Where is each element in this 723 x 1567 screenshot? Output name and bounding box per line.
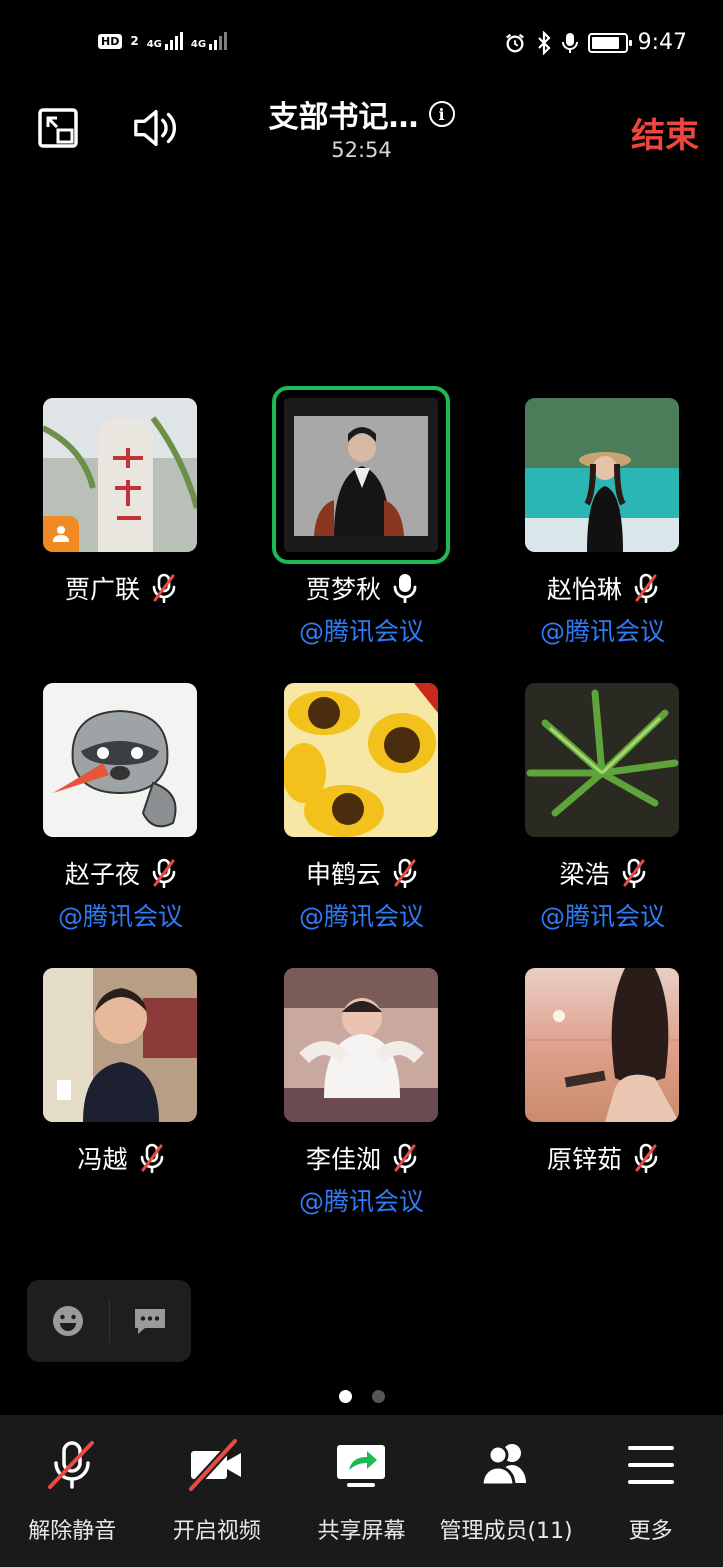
share-screen-icon	[337, 1445, 386, 1487]
info-icon[interactable]: i	[428, 101, 455, 127]
avatar[interactable]	[43, 398, 197, 552]
avatar[interactable]	[284, 683, 438, 837]
share-screen-button[interactable]: 共享屏幕	[289, 1415, 434, 1567]
participant-name-row: 梁浩	[482, 855, 723, 891]
share-screen-label: 共享屏幕	[317, 1519, 406, 1544]
avatar[interactable]	[525, 968, 679, 1122]
participant-tile[interactable]: 贾广联	[0, 398, 241, 658]
mic-muted-icon	[393, 858, 417, 888]
mic-muted-icon	[140, 1143, 163, 1173]
participant-name: 梁浩	[559, 860, 610, 889]
meeting-info[interactable]: 支部书记… i 52:54	[0, 92, 723, 162]
participant-tile[interactable]: 冯越	[0, 968, 241, 1228]
status-bar: HD 2 4G 4G 9:47	[0, 0, 723, 88]
avatar[interactable]	[525, 683, 679, 837]
bluetooth-icon	[537, 30, 551, 55]
avatar[interactable]	[525, 398, 679, 552]
video-off-icon	[187, 1438, 241, 1492]
end-meeting-button[interactable]: 结束	[631, 108, 699, 157]
participant-tile[interactable]: 申鹤云 @腾讯会议	[241, 683, 482, 943]
participant-name-row: 赵子夜	[0, 855, 241, 891]
mic-muted-icon	[393, 1143, 417, 1173]
participant-name: 原锌茹	[546, 1145, 622, 1174]
network-type-1: 4G	[146, 39, 162, 50]
avatar[interactable]	[43, 968, 197, 1122]
mic-muted-icon	[152, 573, 176, 603]
clock: 9:47	[637, 30, 687, 55]
participant-name: 贾广联	[64, 575, 140, 604]
participant-tile[interactable]: 赵怡琳 @腾讯会议	[482, 398, 723, 658]
page-indicator[interactable]	[0, 1390, 723, 1403]
participant-source-tag: @腾讯会议	[298, 1187, 424, 1216]
participant-name: 李佳洳	[305, 1145, 381, 1174]
participant-name: 冯越	[77, 1145, 128, 1174]
participant-source-tag: @腾讯会议	[57, 902, 183, 931]
participant-tile[interactable]: 贾梦秋 @腾讯会议	[241, 386, 482, 658]
chat-button[interactable]	[110, 1280, 192, 1362]
more-label: 更多	[628, 1519, 673, 1544]
participant-tile[interactable]: 赵子夜 @腾讯会议	[0, 683, 241, 943]
chat-icon	[135, 1309, 166, 1334]
members-icon	[480, 1444, 527, 1487]
participant-name: 赵子夜	[64, 860, 140, 889]
mic-muted-icon	[48, 1441, 95, 1489]
participant-name-row: 贾梦秋	[241, 570, 482, 606]
manage-members-label: 管理成员(11)	[439, 1519, 573, 1544]
system-status: 9:47	[504, 30, 687, 55]
unmute-label: 解除静音	[28, 1519, 117, 1544]
page-dot[interactable]	[371, 1390, 385, 1403]
avatar[interactable]	[284, 968, 438, 1122]
hd-badge: HD	[98, 33, 123, 49]
avatar[interactable]	[43, 683, 197, 837]
participant-tile[interactable]: 原锌茹	[482, 968, 723, 1228]
participant-source-tag: @腾讯会议	[539, 617, 665, 646]
menu-icon	[627, 1446, 674, 1484]
meeting-title[interactable]: 支部书记…	[269, 92, 419, 136]
participant-name-row: 李佳洳	[241, 1140, 482, 1176]
signal-icon: 4G	[147, 32, 183, 50]
page-dot[interactable]	[338, 1390, 352, 1403]
mic-muted-icon	[634, 573, 658, 603]
participant-name-row: 赵怡琳	[482, 570, 723, 606]
mic-muted-icon	[622, 858, 645, 888]
start-video-button[interactable]: 开启视频	[145, 1415, 290, 1567]
avatar[interactable]	[272, 386, 450, 564]
unmute-button[interactable]: 解除静音	[0, 1415, 145, 1567]
sim-slot: 2	[130, 34, 139, 48]
participant-name-row: 原锌茹	[482, 1140, 723, 1176]
emoji-button[interactable]	[27, 1280, 109, 1362]
participant-name-row: 申鹤云	[241, 855, 482, 891]
participant-name: 申鹤云	[305, 860, 381, 889]
bottom-toolbar: 解除静音 开启视频 共享屏幕 管理成员(11) 更多	[0, 1415, 723, 1567]
host-icon	[43, 516, 79, 552]
emoji-icon	[52, 1306, 83, 1336]
participant-source-tag: @腾讯会议	[298, 902, 424, 931]
battery-icon	[587, 32, 632, 53]
more-button[interactable]: 更多	[578, 1415, 723, 1567]
manage-members-button[interactable]: 管理成员(11)	[434, 1415, 579, 1567]
participant-tile[interactable]: 李佳洳 @腾讯会议	[241, 968, 482, 1228]
start-video-label: 开启视频	[172, 1519, 261, 1544]
participant-name-row: 贾广联	[0, 570, 241, 606]
mic-muted-icon	[634, 1143, 658, 1173]
meeting-header: 支部书记… i 52:54 结束	[0, 88, 723, 178]
participant-source-tag: @腾讯会议	[539, 902, 665, 931]
network-status: HD 2 4G 4G	[98, 32, 228, 50]
participant-name: 贾梦秋	[305, 575, 381, 604]
alarm-icon	[505, 33, 524, 52]
participant-name: 赵怡琳	[546, 575, 622, 604]
participant-source-tag: @腾讯会议	[298, 617, 424, 646]
reaction-chat-bar	[27, 1280, 191, 1362]
microphone-status-icon	[561, 32, 578, 53]
meeting-timer: 52:54	[331, 138, 392, 162]
mic-on-icon	[393, 574, 417, 603]
participant-name-row: 冯越	[0, 1140, 241, 1176]
signal-icon-2: 4G	[190, 32, 228, 50]
network-type-2: 4G	[190, 39, 207, 50]
participant-tile[interactable]: 梁浩 @腾讯会议	[482, 683, 723, 943]
mic-muted-icon	[152, 858, 176, 888]
